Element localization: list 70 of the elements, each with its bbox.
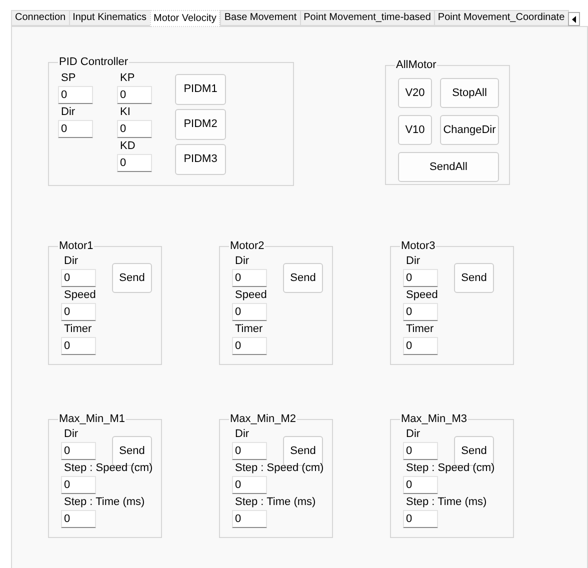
left-arrow-icon bbox=[572, 16, 576, 22]
push-button[interactable]: SendAll bbox=[398, 152, 499, 182]
push-button[interactable]: StopAll bbox=[440, 78, 499, 108]
field-label: Dir bbox=[64, 427, 78, 442]
tab[interactable]: Connection bbox=[11, 10, 70, 26]
group-title: Max_Min_M2 bbox=[229, 412, 298, 426]
field-label: Dir bbox=[61, 105, 76, 120]
push-button[interactable]: Send bbox=[454, 263, 494, 293]
field-label: KP bbox=[120, 71, 135, 86]
push-button[interactable]: PIDM1 bbox=[175, 74, 226, 105]
input-field[interactable]: 0 bbox=[58, 86, 93, 104]
push-button[interactable]: Send bbox=[112, 263, 152, 293]
push-button[interactable]: ChangeDir bbox=[440, 115, 499, 145]
group-title: PID Controller bbox=[58, 55, 130, 69]
input-field[interactable]: 0 bbox=[403, 337, 438, 355]
input-field[interactable]: 0 bbox=[61, 303, 96, 321]
input-field[interactable]: 0 bbox=[61, 476, 96, 494]
input-field[interactable]: 0 bbox=[61, 510, 96, 528]
input-field[interactable]: 0 bbox=[58, 120, 93, 138]
field-label: Timer bbox=[235, 322, 263, 337]
field-label: Step : Time (ms) bbox=[235, 495, 316, 510]
input-field[interactable]: 0 bbox=[117, 86, 152, 104]
push-button[interactable]: V10 bbox=[398, 115, 432, 145]
input-field[interactable]: 0 bbox=[117, 120, 152, 138]
tab[interactable]: Motor Velocity bbox=[150, 10, 220, 27]
scroll-left-button[interactable] bbox=[568, 12, 580, 26]
input-field[interactable]: 0 bbox=[232, 303, 267, 321]
input-field[interactable]: 0 bbox=[403, 303, 438, 321]
group-title: AllMotor bbox=[395, 58, 438, 72]
input-field[interactable]: 0 bbox=[403, 269, 438, 287]
push-button[interactable]: Send bbox=[283, 263, 323, 293]
field-label: Dir bbox=[235, 254, 250, 269]
push-button[interactable]: PIDM2 bbox=[175, 109, 226, 140]
field-label: KD bbox=[120, 139, 136, 154]
input-field[interactable]: 0 bbox=[61, 337, 96, 355]
field-label: Speed bbox=[64, 288, 96, 303]
input-field[interactable]: 0 bbox=[403, 510, 438, 528]
field-label: Timer bbox=[64, 322, 92, 337]
tab[interactable]: Input Kinematics bbox=[68, 10, 151, 26]
field-label: Step : Time (ms) bbox=[64, 495, 145, 510]
input-field[interactable]: 0 bbox=[403, 476, 438, 494]
input-field[interactable]: 0 bbox=[232, 510, 267, 528]
field-label: Speed bbox=[406, 288, 438, 303]
input-field[interactable]: 0 bbox=[61, 442, 96, 460]
field-label: Speed bbox=[235, 288, 267, 303]
input-field[interactable]: 0 bbox=[232, 476, 267, 494]
tab[interactable]: Point Movement_time-based bbox=[300, 10, 435, 26]
push-button[interactable]: PIDM3 bbox=[175, 144, 226, 175]
input-field[interactable]: 0 bbox=[61, 269, 96, 287]
field-label: Dir bbox=[406, 427, 420, 442]
field-label: Dir bbox=[235, 427, 250, 442]
input-field[interactable]: 0 bbox=[232, 269, 267, 287]
field-label: SP bbox=[61, 71, 76, 86]
group-title: Motor1 bbox=[58, 239, 94, 253]
field-label: Dir bbox=[64, 254, 78, 269]
field-label: Dir bbox=[406, 254, 420, 269]
input-field[interactable]: 0 bbox=[403, 442, 438, 460]
push-button[interactable]: V20 bbox=[398, 78, 432, 108]
tab[interactable]: Base Movement bbox=[220, 10, 301, 26]
group-title: Motor2 bbox=[229, 239, 266, 253]
input-field[interactable]: 0 bbox=[232, 442, 267, 460]
group-title: Max_Min_M1 bbox=[58, 412, 126, 426]
input-field[interactable]: 0 bbox=[232, 337, 267, 355]
field-label: KI bbox=[120, 105, 130, 120]
input-field[interactable]: 0 bbox=[117, 154, 152, 172]
tab[interactable]: Point Movement_Coordinate bbox=[434, 10, 569, 26]
field-label: Timer bbox=[406, 322, 434, 337]
group-title: Max_Min_M3 bbox=[400, 412, 468, 426]
field-label: Step : Time (ms) bbox=[406, 495, 487, 510]
group-title: Motor3 bbox=[400, 239, 436, 253]
